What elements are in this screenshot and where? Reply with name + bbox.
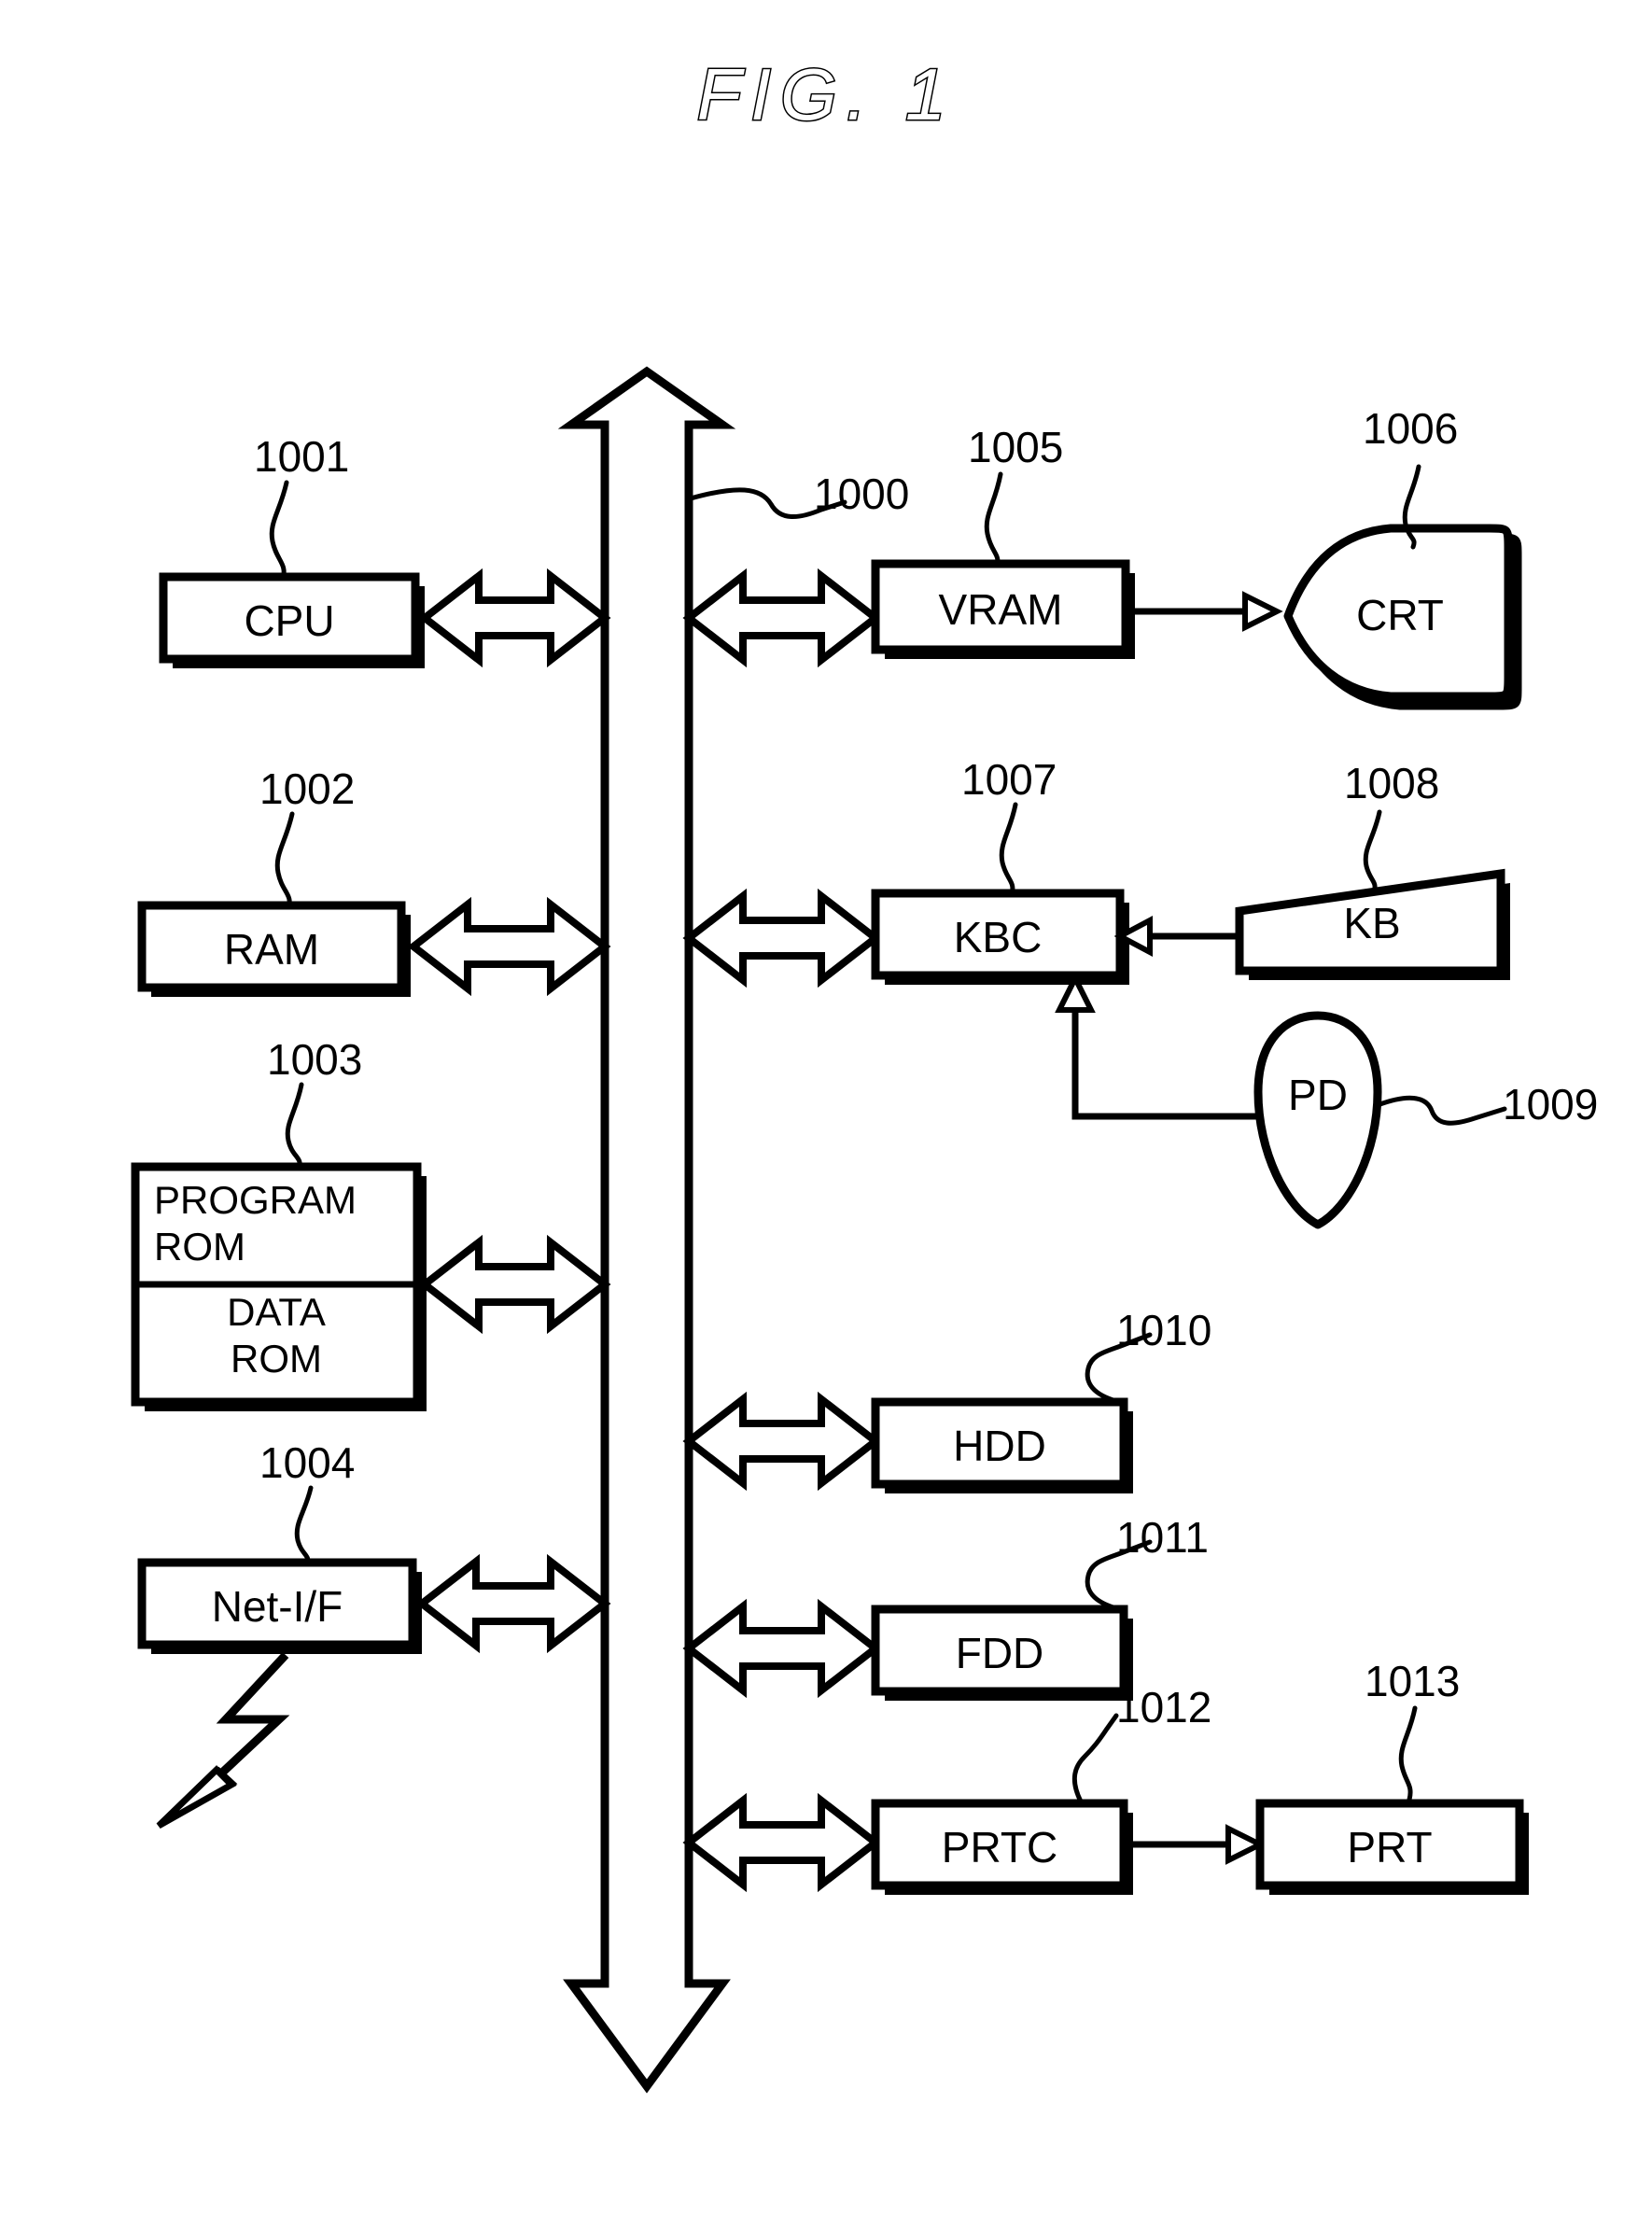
bus-fdd-arrow [682,1598,882,1699]
ref-number-prtc: 1012 [1116,1683,1212,1731]
cpu-leader-line [269,480,289,582]
bus-vram-arrow [682,568,882,668]
bus-prtc-arrow [682,1792,882,1893]
prtc-prt-arrow [1133,1824,1267,1865]
kbc-leader-line [999,802,1018,897]
figure-page: FIG. 1 CPU RAM PROGRAM ROM DATA ROM Net-… [0,0,1652,2215]
prtc-label: PRTC [941,1823,1058,1872]
network-lightning-icon [156,1651,290,1829]
prt-label: PRT [1347,1823,1433,1872]
bus-kbc-arrow [682,888,882,988]
kbc-label: KBC [953,913,1043,961]
ref-number-kbc: 1007 [961,755,1057,804]
crt-label: CRT [1356,591,1444,639]
pd-leader-line [1375,1095,1507,1126]
program-rom-label-line1: PROGRAM [154,1178,357,1222]
vram-crt-arrow [1135,591,1283,632]
ref-number-pd: 1009 [1503,1080,1599,1129]
ref-number-crt: 1006 [1363,404,1459,453]
ref-number-ram: 1002 [259,764,356,813]
fdd-label: FDD [955,1629,1044,1677]
data-rom-label-line2: ROM [231,1337,322,1381]
cpu-bus-arrow [418,568,611,668]
ref-number-cpu: 1001 [254,432,350,481]
kb-label: KB [1343,899,1401,947]
ref-number-prt: 1013 [1365,1657,1461,1705]
ram-leader-line [274,811,295,910]
hdd-label: HDD [953,1422,1046,1470]
ref-number-kb: 1008 [1344,759,1440,807]
cpu-label: CPU [244,596,335,645]
ref-number-rom: 1003 [267,1035,363,1084]
prtc-leader-line [1071,1713,1119,1804]
rom-leader-line [285,1082,304,1171]
ref-number-hdd: 1010 [1116,1306,1212,1354]
pd-kbc-arrow [1055,972,1258,1120]
vram-label: VRAM [938,585,1063,634]
vram-leader-line [984,471,1003,568]
kb-leader-line [1363,809,1382,895]
ref-number-fdd: 1011 [1116,1513,1209,1562]
prt-leader-line [1398,1705,1418,1802]
ref-number-vram: 1005 [968,423,1064,471]
kb-kbc-arrow [1113,916,1239,957]
pd-block[interactable] [1253,1011,1382,1229]
net-if-label: Net-I/F [211,1582,343,1631]
rom-bus-arrow [418,1234,611,1335]
program-rom-label-line2: ROM [154,1225,245,1269]
ref-number-net-if: 1004 [259,1438,356,1487]
ram-bus-arrow [407,896,611,997]
ram-label: RAM [223,925,320,974]
block-diagram-canvas [131,366,1529,2094]
bus-hdd-arrow [682,1391,882,1492]
data-rom-label-line1: DATA [227,1290,326,1334]
pd-label: PD [1288,1071,1348,1119]
net-if-bus-arrow [415,1553,611,1654]
net-if-leader-line [294,1485,314,1567]
ref-number-bus: 1000 [814,470,910,518]
